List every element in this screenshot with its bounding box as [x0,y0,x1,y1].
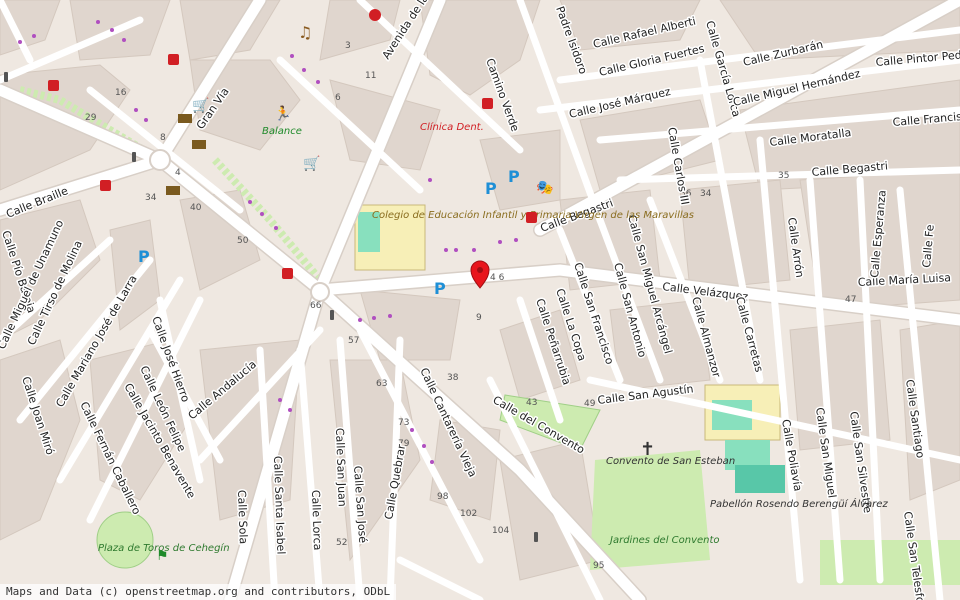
house-number: 50 [237,236,249,246]
roundabout-north [149,149,171,171]
parking-icon: P [434,279,446,298]
house-number: 6 [335,93,341,103]
traffic-light-icon [534,532,538,542]
street-label: Calle Sola [235,490,250,545]
convent-gardens-label: Jardines del Convento [608,535,720,546]
pharmacy-icon [100,180,111,191]
theatre-icon: 🎭 [536,180,553,196]
balance-label: Balance [262,126,302,137]
house-number: 34 [145,193,157,203]
map-canvas[interactable]: 3 11 6 8 29 16 4 34 40 50 66 57 63 73 79… [0,0,960,600]
shopping-cart-icon: 🛒 [303,155,320,172]
parking-icon: P [138,247,150,266]
house-number: 4 6 [490,273,505,283]
house-number: 9 [476,313,482,323]
house-number: 8 [160,133,166,143]
house-number: 47 [845,295,856,305]
church-icon: ✝ [640,439,655,460]
house-number: 35 [778,171,789,181]
house-number: 49 [584,399,596,409]
roundabout-centre [310,282,330,302]
bank-icon [192,140,206,149]
pharmacy-icon [48,80,59,91]
traffic-light-icon [330,310,334,320]
house-number: 29 [85,113,97,123]
clinic-label: Clínica Dent. [420,121,484,133]
house-number: 98 [437,492,449,502]
house-number: 57 [348,336,359,346]
house-number: 63 [376,379,387,389]
pavilion-label: Pabellón Rosendo Berengüí Álvarez [710,497,888,510]
house-number: 102 [460,509,477,519]
convent-label: Convento de San Esteban [606,456,735,467]
veterinary-icon [369,9,381,21]
map-attribution: Maps and Data (c) openstreetmap.org and … [0,584,397,600]
street-label: Calle Lorca [309,490,324,551]
house-number: 52 [336,538,347,548]
house-number: 73 [398,418,409,428]
music-icon: ♫ [298,23,312,42]
street-label: Calle San Juan [333,428,349,507]
house-number: 95 [593,561,604,571]
house-number: 104 [492,526,509,536]
pharmacy-icon [526,212,537,223]
house-number: 11 [365,71,376,81]
playground-icon: ⚑ [156,548,169,564]
house-number: 40 [190,203,202,213]
house-number: 16 [115,88,127,98]
bank-icon [178,114,192,123]
parking-icon: P [508,167,520,186]
house-number: 34 [700,189,712,199]
fitness-icon: 🏃 [274,105,291,122]
house-number: 38 [447,373,459,383]
traffic-light-icon [4,72,8,82]
shopping-cart-icon: 🛒 [192,97,209,114]
parking-icon: P [485,179,497,198]
house-number: 4 [175,168,181,178]
bank-icon [166,186,180,195]
pharmacy-icon [482,98,493,109]
house-number: 3 [345,41,351,51]
house-number: 43 [526,398,537,408]
traffic-light-icon [132,152,136,162]
pharmacy-icon [282,268,293,279]
pharmacy-icon [168,54,179,65]
house-number: 66 [310,301,322,311]
